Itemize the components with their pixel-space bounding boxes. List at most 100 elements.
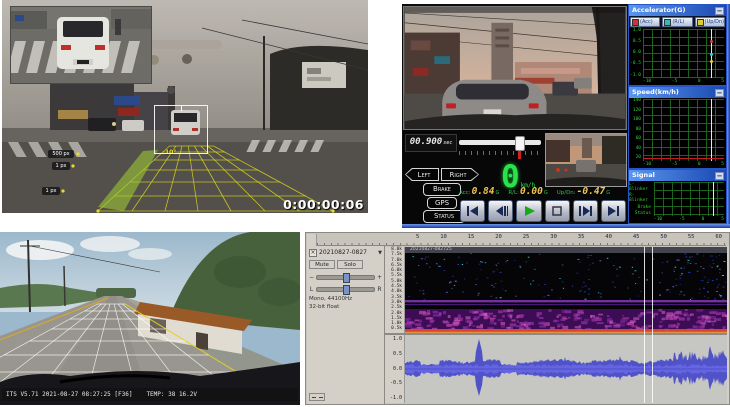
legend-button-1[interactable]: (R/L) <box>662 17 692 27</box>
tick-label: -5 <box>672 162 677 168</box>
skip-start-icon[interactable] <box>460 200 485 222</box>
tick-label: 0.0 <box>393 367 402 372</box>
time-cursor <box>713 182 714 216</box>
playhead-line <box>644 247 645 403</box>
tick-label: 0.5k <box>391 327 402 332</box>
seek-slider-thumb[interactable] <box>515 136 525 151</box>
tick-label: -10 <box>654 217 662 223</box>
legend-label: (R/L) <box>672 19 684 25</box>
speed-grid <box>643 99 724 161</box>
tick-label: 1.0 <box>633 29 641 34</box>
gps-button[interactable]: GPS <box>427 197 457 209</box>
frame-time-value: 00.900 <box>410 137 443 147</box>
waveform-view[interactable] <box>405 335 727 403</box>
pan-slider[interactable] <box>316 287 375 292</box>
mute-button[interactable]: Mute <box>309 260 335 269</box>
speed-trace-zero-line <box>643 158 724 159</box>
accel-x-ticks: -10-505 <box>643 79 724 85</box>
speed-y-ticks: 14012010080604020 <box>629 99 642 161</box>
tick-label: 140 <box>633 99 641 104</box>
frame-time-display: 00.900sec <box>405 134 457 152</box>
tick-label: 20 <box>495 234 502 244</box>
left-channel-button[interactable]: Left <box>405 168 439 181</box>
tick-label: R-Blinker <box>629 193 651 203</box>
minimize-button[interactable]: − <box>715 172 724 180</box>
pan-left-label: L <box>309 286 314 293</box>
play-icon[interactable] <box>516 200 541 222</box>
seek-tick-scale <box>459 151 541 159</box>
tick-label: -1.0 <box>390 396 402 401</box>
osd-datetime: ITS V5.71 2021-08-27 08:27:25 [F36] <box>6 388 132 401</box>
legend-swatch <box>697 19 704 26</box>
tick-label: 0 <box>698 79 701 85</box>
skip-end-icon[interactable] <box>601 200 626 222</box>
gain-slider-thumb[interactable] <box>343 273 350 283</box>
vertical-scrollbar[interactable] <box>727 246 729 404</box>
telemetry-item: R/L:0.00G <box>508 186 547 197</box>
g-sensor-readout: Acc:0.84GR/L:0.00GUp/Dn:-0.47G <box>459 186 627 199</box>
playhead-line <box>652 247 653 403</box>
right-channel-button[interactable]: Right <box>441 168 479 181</box>
step-back-icon[interactable] <box>488 200 513 222</box>
step-forward-icon[interactable] <box>573 200 598 222</box>
legend-button-0[interactable]: (Acc) <box>630 17 660 27</box>
tick-label: 50 <box>660 234 667 244</box>
tick-label: 0.5 <box>633 40 641 45</box>
tick-label: Status <box>635 211 651 216</box>
status-button[interactable]: Status <box>423 210 465 223</box>
legend-label: (Up/Dn) <box>705 19 724 25</box>
tick-label: 1.0 <box>393 337 402 342</box>
track-format-info: Mono, 44100Hz <box>309 296 382 302</box>
legend-button-2[interactable]: (Up/Dn) <box>695 17 725 27</box>
telemetry-sidebar: Accelerator(G) − (Acc)(R/L)(Up/Dn) 1.00.… <box>628 4 727 224</box>
acc-point <box>710 40 713 43</box>
tick-label: 15 <box>468 234 475 244</box>
gain-slider[interactable] <box>316 275 375 280</box>
front-scene <box>404 7 626 129</box>
accel-y-ticks: 1.0 0.5 0.0 -0.5 -1.0 <box>629 29 642 78</box>
tick-label: 5 <box>721 162 724 168</box>
tick-label: 10 <box>440 234 447 244</box>
tick-label: 5 <box>721 217 724 223</box>
seek-position-marker <box>518 151 521 159</box>
minimize-button[interactable]: − <box>715 89 724 97</box>
tick-label: 0.0 <box>633 51 641 56</box>
minimize-button[interactable]: − <box>715 7 724 15</box>
seek-slider[interactable] <box>459 140 541 145</box>
gain-min-label: − <box>309 274 314 281</box>
pan-slider-thumb[interactable] <box>343 285 350 295</box>
signal-grid <box>654 182 724 216</box>
track-close-button[interactable]: × <box>309 249 317 257</box>
track-bitdepth-info: 32-bit float <box>309 304 382 310</box>
measure-badge-1px-a: 1 px <box>52 162 70 170</box>
window-frame <box>402 224 730 228</box>
stop-icon[interactable] <box>545 200 570 222</box>
track-menu-icon[interactable]: ▼ <box>378 250 382 256</box>
front-camera-video <box>403 6 627 130</box>
tick-label: 0 <box>698 162 701 168</box>
frequency-scale: 8.0k7.5k7.0k6.5k6.0k5.5k5.0k4.5k4.0k3.5k… <box>385 247 405 333</box>
tick-label: L-Blinker <box>629 182 651 192</box>
signal-x-ticks: -10-505 <box>654 217 724 223</box>
telemetry-item: Acc:0.84G <box>459 186 499 197</box>
legend-swatch <box>632 19 639 26</box>
tick-label: 60 <box>715 234 722 244</box>
spectrogram-view[interactable] <box>405 253 727 333</box>
tick-label: Brake <box>637 205 651 210</box>
tick-label: -1.0 <box>630 74 641 79</box>
rear-camera-thumbnail[interactable] <box>545 133 627 187</box>
accel-grid <box>643 29 724 78</box>
accelerator-legend: (Acc) (R/L) (Up/Dn) <box>629 16 726 28</box>
zoom-widget[interactable] <box>309 393 325 401</box>
legend-swatch <box>664 19 671 26</box>
tick-label: 5 <box>416 234 419 244</box>
tick-label: 0.5 <box>393 352 402 357</box>
tick-label: 20 <box>636 156 641 161</box>
solo-button[interactable]: Solo <box>337 260 363 269</box>
brake-button[interactable]: Brake <box>423 183 461 196</box>
audio-editor-window: 51015202530354045505560 × 20210827-0827 … <box>305 232 730 405</box>
signal-graph-panel: Signal − L-BlinkerR-BlinkerBrakeStatus -… <box>629 170 726 223</box>
speed-x-ticks: -10-505 <box>643 162 724 168</box>
tick-label: 80 <box>636 128 641 133</box>
tick-label: -0.5 <box>630 62 641 67</box>
